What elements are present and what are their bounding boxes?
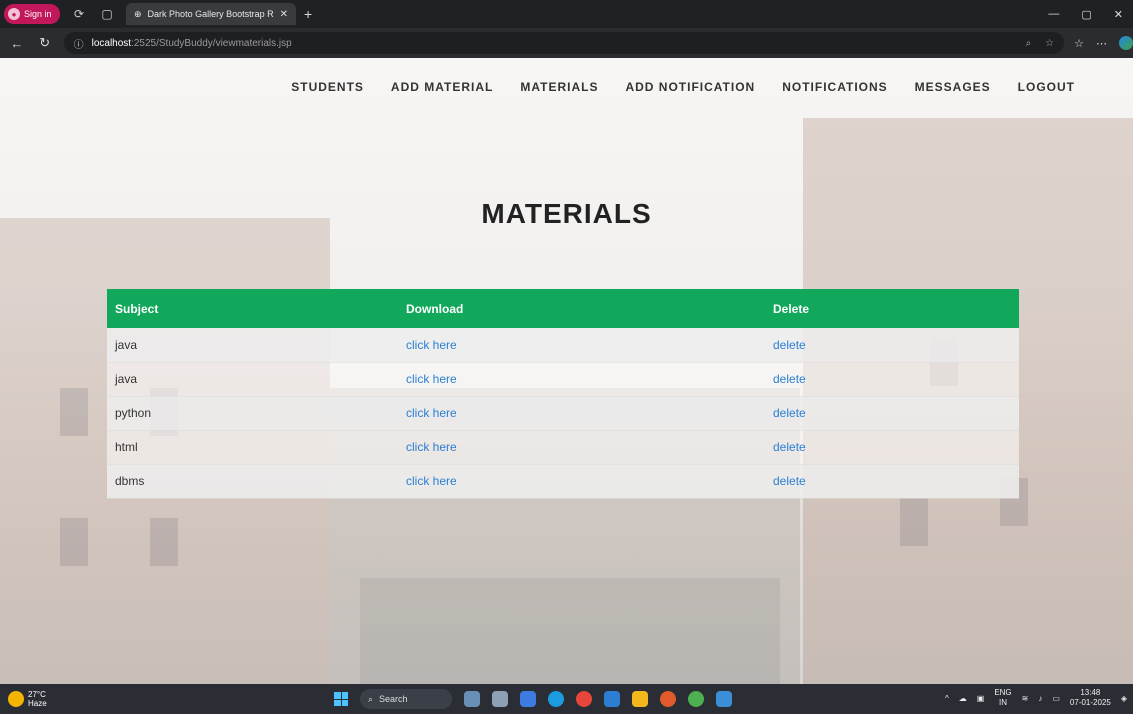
tab-title: Dark Photo Gallery Bootstrap Re bbox=[147, 9, 274, 19]
top-navigation: STUDENTS ADD MATERIAL MATERIALS ADD NOTI… bbox=[0, 58, 1133, 116]
clock-time: 13:48 bbox=[1080, 688, 1101, 697]
workspaces-icon[interactable]: ⟳ bbox=[70, 5, 88, 23]
minimize-icon[interactable]: — bbox=[1048, 8, 1059, 21]
notification-icon[interactable]: ◈ bbox=[1121, 694, 1127, 703]
copilot-app-icon[interactable] bbox=[520, 691, 536, 707]
wifi-icon[interactable]: ≋ bbox=[1022, 694, 1029, 703]
nav-add-notification[interactable]: ADD NOTIFICATION bbox=[625, 80, 755, 94]
background-window bbox=[900, 498, 928, 546]
table-row: dbms click here delete bbox=[107, 464, 1019, 499]
column-header-subject: Subject bbox=[107, 289, 398, 328]
app-icon[interactable] bbox=[660, 691, 676, 707]
chrome-icon[interactable] bbox=[576, 691, 592, 707]
taskbar-search[interactable]: ⌕ Search bbox=[360, 689, 452, 709]
store-icon[interactable] bbox=[604, 691, 620, 707]
globe-icon: ⊕ bbox=[134, 8, 142, 19]
tab-actions-icon[interactable]: ▢ bbox=[98, 5, 116, 23]
nav-materials[interactable]: MATERIALS bbox=[520, 80, 598, 94]
task-view-icon[interactable] bbox=[492, 691, 508, 707]
more-menu-icon[interactable]: ⋯ bbox=[1096, 37, 1107, 50]
nav-notifications[interactable]: NOTIFICATIONS bbox=[782, 80, 887, 94]
file-explorer-icon[interactable] bbox=[632, 691, 648, 707]
app-tray-icon[interactable]: ▣ bbox=[977, 694, 985, 703]
download-link[interactable]: click here bbox=[406, 372, 457, 386]
nav-logout[interactable]: LOGOUT bbox=[1018, 80, 1075, 94]
clock-date: 07-01-2025 bbox=[1069, 698, 1111, 707]
delete-link[interactable]: delete bbox=[773, 338, 806, 352]
volume-icon[interactable]: ♪ bbox=[1038, 694, 1042, 703]
table-row: html click here delete bbox=[107, 430, 1019, 465]
lang-top: ENG bbox=[994, 688, 1012, 697]
subject-cell: java bbox=[107, 328, 398, 363]
background-window bbox=[60, 518, 88, 566]
column-header-download: Download bbox=[398, 289, 765, 328]
url-path: :2525/StudyBuddy/viewmaterials.jsp bbox=[131, 37, 292, 49]
favorites-icon[interactable]: ☆ bbox=[1074, 37, 1084, 50]
subject-cell: dbms bbox=[107, 464, 398, 499]
background-window bbox=[60, 388, 88, 436]
weather-temp: 27°C bbox=[28, 690, 46, 699]
table-row: java click here delete bbox=[107, 328, 1019, 363]
browser-tab[interactable]: ⊕ Dark Photo Gallery Bootstrap Re ✕ bbox=[126, 3, 296, 25]
battery-icon[interactable]: ▭ bbox=[1052, 694, 1060, 703]
nav-add-material[interactable]: ADD MATERIAL bbox=[391, 80, 493, 94]
favorite-star-icon[interactable]: ☆ bbox=[1045, 38, 1054, 49]
table-header-row: Subject Download Delete bbox=[107, 289, 1019, 328]
download-link[interactable]: click here bbox=[406, 406, 457, 420]
search-label: Search bbox=[379, 694, 408, 704]
delete-link[interactable]: delete bbox=[773, 406, 806, 420]
subject-cell: python bbox=[107, 396, 398, 431]
user-icon: ● bbox=[8, 8, 20, 20]
lang-bottom: IN bbox=[998, 698, 1007, 707]
widgets-icon[interactable] bbox=[464, 691, 480, 707]
background-window bbox=[150, 518, 178, 566]
edge-icon[interactable] bbox=[548, 691, 564, 707]
subject-cell: java bbox=[107, 362, 398, 397]
delete-link[interactable]: delete bbox=[773, 372, 806, 386]
url-input[interactable]: ⓘ localhost:2525/StudyBuddy/viewmaterial… bbox=[63, 32, 1065, 54]
maximize-icon[interactable]: ▢ bbox=[1081, 8, 1091, 21]
taskbar: 27°C Haze ⌕ Search ^ ☁ ▣ ENG IN ≋ ♪ ▭ 13… bbox=[0, 684, 1133, 714]
start-button[interactable] bbox=[334, 692, 348, 706]
photos-icon[interactable] bbox=[716, 691, 732, 707]
clock[interactable]: 13:48 07-01-2025 bbox=[1070, 688, 1111, 708]
background-road bbox=[360, 578, 780, 684]
close-tab-icon[interactable]: ✕ bbox=[280, 9, 288, 20]
info-icon: ⓘ bbox=[73, 39, 84, 51]
browser-tab-bar: ● Sign in ⟳ ▢ ⊕ Dark Photo Gallery Boots… bbox=[0, 0, 1133, 28]
table-row: java click here delete bbox=[107, 362, 1019, 397]
network-icon[interactable]: ☁ bbox=[959, 694, 967, 703]
new-tab-button[interactable]: + bbox=[304, 6, 312, 22]
table-row: python click here delete bbox=[107, 396, 1019, 431]
column-header-delete: Delete bbox=[765, 289, 1019, 328]
delete-link[interactable]: delete bbox=[773, 474, 806, 488]
nav-messages[interactable]: MESSAGES bbox=[915, 80, 991, 94]
download-link[interactable]: click here bbox=[406, 474, 457, 488]
materials-table: Subject Download Delete java click here … bbox=[107, 289, 1019, 499]
download-link[interactable]: click here bbox=[406, 338, 457, 352]
profile-button[interactable]: ● Sign in bbox=[4, 4, 60, 24]
subject-cell: html bbox=[107, 430, 398, 465]
language-indicator[interactable]: ENG IN bbox=[994, 688, 1011, 708]
delete-link[interactable]: delete bbox=[773, 440, 806, 454]
profile-label: Sign in bbox=[24, 9, 52, 19]
url-host: localhost bbox=[91, 37, 132, 49]
weather-desc: Haze bbox=[28, 699, 47, 708]
copilot-icon[interactable] bbox=[1119, 36, 1133, 50]
page-body: STUDENTS ADD MATERIAL MATERIALS ADD NOTI… bbox=[0, 58, 1133, 684]
weather-widget[interactable]: 27°C Haze bbox=[8, 690, 47, 708]
address-bar-row: ← ↻ ⓘ localhost:2525/StudyBuddy/viewmate… bbox=[0, 28, 1133, 58]
download-link[interactable]: click here bbox=[406, 440, 457, 454]
back-icon[interactable]: ← bbox=[6, 36, 28, 51]
zoom-icon[interactable]: ⌕ bbox=[1026, 38, 1032, 49]
sun-icon bbox=[8, 691, 24, 707]
page-title: MATERIALS bbox=[481, 198, 652, 229]
search-icon: ⌕ bbox=[368, 693, 374, 704]
close-window-icon[interactable]: ✕ bbox=[1114, 8, 1123, 21]
nav-students[interactable]: STUDENTS bbox=[291, 80, 364, 94]
app-icon[interactable] bbox=[688, 691, 704, 707]
chevron-up-icon[interactable]: ^ bbox=[945, 694, 949, 703]
refresh-icon[interactable]: ↻ bbox=[34, 35, 56, 51]
